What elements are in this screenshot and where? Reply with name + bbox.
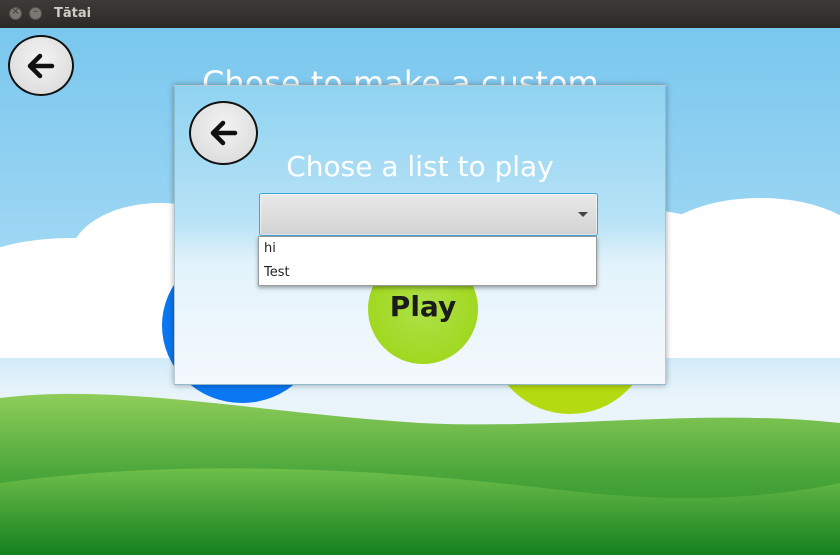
arrow-left-icon [210, 120, 237, 146]
dropdown-option[interactable]: hi [259, 237, 596, 261]
close-icon[interactable]: × [9, 6, 22, 20]
dropdown-option-label: Test [264, 265, 290, 280]
dialog-title: Chose a list to play [286, 150, 554, 183]
arrow-left-icon [27, 53, 55, 78]
back-button[interactable] [8, 35, 74, 96]
dropdown-option-label: hi [264, 241, 276, 256]
app-canvas: Chose to make a custom Chose a list to p… [0, 28, 840, 555]
window-title: Tātai [54, 6, 92, 21]
caret-down-icon [578, 212, 588, 217]
list-select[interactable] [259, 193, 598, 236]
window-titlebar: × – Tātai [0, 0, 840, 28]
dropdown-option[interactable]: Test [259, 261, 596, 285]
choose-list-dialog: Chose a list to play Play [174, 85, 666, 385]
play-label: Play [389, 290, 457, 323]
minimize-icon[interactable]: – [29, 6, 42, 20]
list-select-dropdown: hi Test [258, 236, 597, 286]
